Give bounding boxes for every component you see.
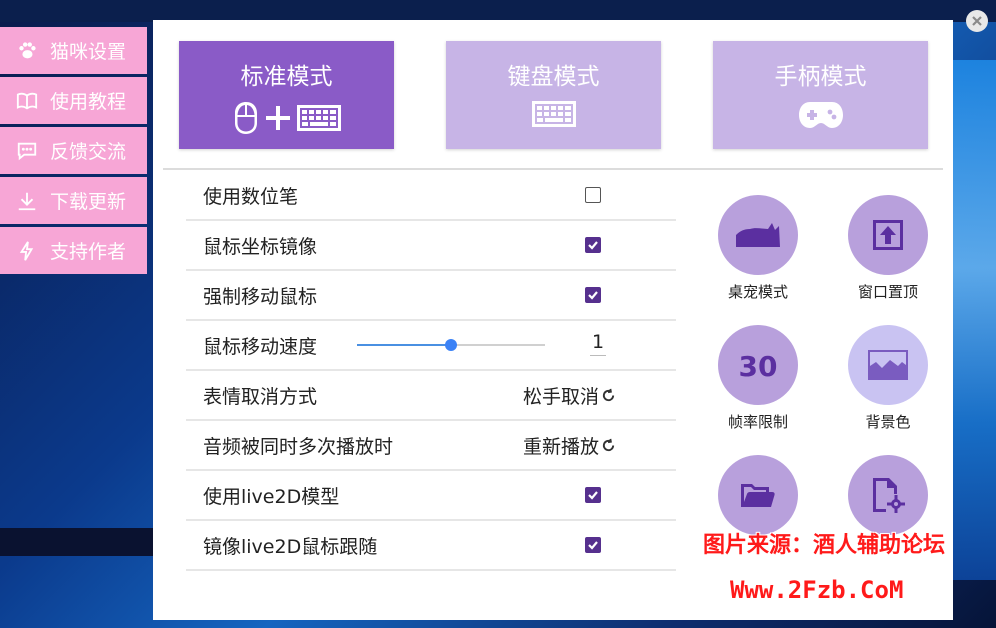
close-icon	[972, 16, 982, 26]
side-item-label: 支持作者	[50, 241, 127, 263]
tool-circle	[718, 455, 798, 535]
tool-circle	[848, 455, 928, 535]
setting-label: 使用数位笔	[203, 185, 299, 208]
side-item-download-update[interactable]: 下载更新	[0, 177, 147, 224]
tool-label: 桌宠模式	[727, 283, 788, 301]
close-button[interactable]	[966, 10, 988, 32]
slider-fill	[357, 344, 451, 346]
setting-label: 镜像live2D鼠标跟随	[203, 535, 378, 558]
force-move-checkbox[interactable]	[585, 287, 601, 303]
setting-row-mirror-live2d: 镜像live2D鼠标跟随	[186, 521, 676, 571]
image-icon	[868, 350, 908, 380]
setting-label: 使用live2D模型	[203, 485, 340, 508]
slider-thumb[interactable]	[445, 339, 457, 351]
background-color-button[interactable]: 背景色	[833, 325, 943, 432]
side-item-support-author[interactable]: 支持作者	[0, 227, 147, 274]
gamepad-icon	[798, 102, 843, 128]
watermark-url-text: Www.2Fzb.CoM	[730, 576, 904, 604]
mouse-mirror-checkbox[interactable]	[585, 237, 601, 253]
setting-label: 强制移动鼠标	[203, 285, 318, 308]
desktop-top-bar	[0, 0, 996, 22]
file-settings-icon	[873, 478, 905, 513]
emote-cancel-toggle[interactable]: 松手取消	[523, 382, 616, 409]
side-item-label: 使用教程	[50, 91, 127, 113]
tab-gamepad-mode[interactable]: 手柄模式	[713, 41, 928, 149]
fps-30-icon: 30	[739, 350, 778, 380]
check-icon	[588, 541, 598, 550]
setting-label: 音频被同时多次播放时	[203, 435, 394, 458]
emote-cancel-value: 松手取消	[523, 385, 600, 408]
setting-row-emote-cancel: 表情取消方式 松手取消	[186, 371, 676, 421]
mouse-speed-value[interactable]: 1	[590, 331, 606, 356]
setting-row-mouse-mirror: 鼠标坐标镜像	[186, 221, 676, 271]
audio-repeat-toggle[interactable]: 重新播放	[523, 432, 616, 459]
fps-text: 30	[739, 350, 778, 380]
side-menu: 猫咪设置 使用教程 反馈交流 下载更新 支持作者	[0, 27, 147, 277]
chat-icon	[14, 140, 40, 162]
setting-row-use-live2d: 使用live2D模型	[186, 471, 676, 521]
desktop-taskbar-strip	[0, 528, 153, 556]
side-item-cat-settings[interactable]: 猫咪设置	[0, 27, 147, 74]
lightning-icon	[14, 240, 40, 262]
setting-label: 鼠标移动速度	[203, 335, 318, 358]
setting-row-use-pen: 使用数位笔	[186, 171, 676, 221]
check-icon	[588, 241, 598, 250]
tab-label: 键盘模式	[507, 64, 600, 90]
mirror-live2d-checkbox[interactable]	[585, 537, 601, 553]
mouse-icon	[234, 102, 257, 134]
keyboard-icon	[296, 105, 341, 131]
tool-circle	[848, 325, 928, 405]
audio-repeat-value: 重新播放	[523, 435, 600, 458]
setting-row-mouse-speed: 鼠标移动速度 1	[186, 321, 676, 371]
use-live2d-checkbox[interactable]	[585, 487, 601, 503]
tool-circle: 30	[718, 325, 798, 405]
side-item-tutorial[interactable]: 使用教程	[0, 77, 147, 124]
desk-pet-mode-button[interactable]: 桌宠模式	[703, 195, 813, 302]
tool-label: 帧率限制	[727, 413, 788, 431]
settings-list: 使用数位笔 鼠标坐标镜像 强制移动鼠标 鼠标移动速度 1 表情取消方式 松手取消	[186, 171, 676, 571]
download-icon	[14, 190, 40, 212]
plus-icon	[265, 106, 290, 130]
side-item-label: 下载更新	[50, 191, 127, 213]
cycle-icon	[602, 438, 615, 451]
cat-silhouette-icon	[736, 223, 780, 247]
book-icon	[14, 90, 40, 112]
divider	[163, 168, 943, 170]
setting-label: 表情取消方式	[203, 385, 318, 408]
mode-tabs: 标准模式 键盘模式 手柄模式	[179, 41, 929, 149]
tab-keyboard-mode[interactable]: 键盘模式	[446, 41, 661, 149]
window-top-button[interactable]: 窗口置顶	[833, 195, 943, 302]
paw-icon	[14, 40, 40, 62]
cycle-icon	[602, 388, 615, 401]
setting-row-audio-repeat: 音频被同时多次播放时 重新播放	[186, 421, 676, 471]
setting-row-force-move: 强制移动鼠标	[186, 271, 676, 321]
side-item-feedback[interactable]: 反馈交流	[0, 127, 147, 174]
side-item-label: 反馈交流	[50, 141, 127, 163]
pin-top-icon	[873, 220, 903, 250]
setting-label: 鼠标坐标镜像	[203, 235, 318, 258]
tab-label: 手柄模式	[774, 64, 867, 90]
use-pen-checkbox[interactable]	[585, 187, 601, 203]
mouse-speed-slider[interactable]	[357, 338, 545, 352]
tool-circle	[718, 195, 798, 275]
fps-limit-button[interactable]: 30 帧率限制	[703, 325, 813, 432]
keyboard-icon	[531, 101, 576, 127]
tool-label: 窗口置顶	[857, 283, 918, 301]
side-item-label: 猫咪设置	[50, 41, 127, 63]
check-icon	[588, 291, 598, 300]
watermark-source-text: 图片来源：酒人辅助论坛	[703, 533, 946, 558]
tool-label: 背景色	[865, 413, 911, 431]
check-icon	[588, 491, 598, 500]
folder-open-icon	[741, 484, 775, 507]
tab-standard-mode[interactable]: 标准模式	[179, 41, 394, 149]
tool-circle	[848, 195, 928, 275]
tab-label: 标准模式	[240, 64, 333, 90]
